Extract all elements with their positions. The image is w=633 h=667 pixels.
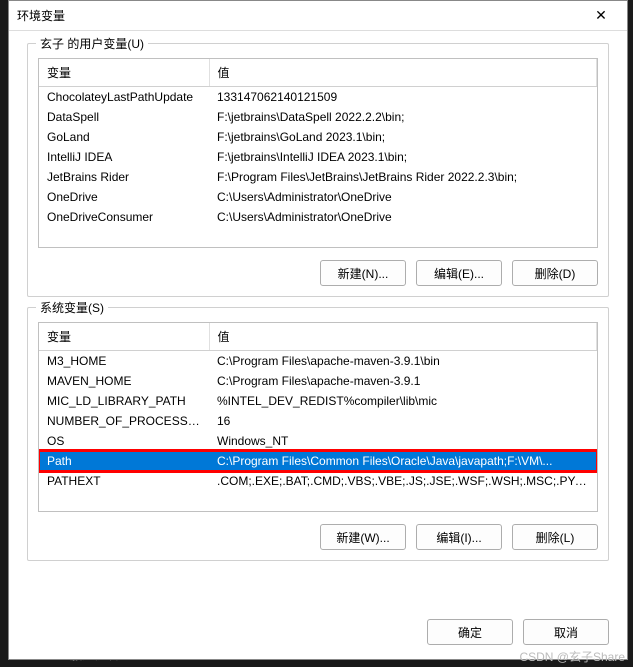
system-new-button[interactable]: 新建(W)... xyxy=(320,524,406,550)
user-vars-table-wrap[interactable]: 变量 值 ChocolateyLastPathUpdate13314706214… xyxy=(38,58,598,248)
dialog-title: 环境变量 xyxy=(17,7,583,24)
col-header-value[interactable]: 值 xyxy=(209,59,597,87)
table-row[interactable]: OneDriveC:\Users\Administrator\OneDrive xyxy=(39,187,597,207)
table-row[interactable]: ChocolateyLastPathUpdate1331470621401215… xyxy=(39,87,597,108)
ok-button[interactable]: 确定 xyxy=(427,619,513,645)
dialog-content: 玄子 的用户变量(U) 变量 值 ChocolateyLastPathUpdat… xyxy=(9,31,627,607)
var-name-cell: MIC_LD_LIBRARY_PATH xyxy=(39,391,209,411)
table-row[interactable]: IntelliJ IDEAF:\jetbrains\IntelliJ IDEA … xyxy=(39,147,597,167)
table-row[interactable]: OneDriveConsumerC:\Users\Administrator\O… xyxy=(39,207,597,227)
var-name-cell: JetBrains Rider xyxy=(39,167,209,187)
system-edit-button[interactable]: 编辑(I)... xyxy=(416,524,502,550)
var-name-cell: OneDrive xyxy=(39,187,209,207)
titlebar: 环境变量 ✕ xyxy=(9,1,627,31)
var-value-cell: C:\Users\Administrator\OneDrive xyxy=(209,187,597,207)
dialog-footer: 确定 取消 xyxy=(9,607,627,659)
var-value-cell: .COM;.EXE;.BAT;.CMD;.VBS;.VBE;.JS;.JSE;.… xyxy=(209,471,597,491)
table-row[interactable]: PATHEXT.COM;.EXE;.BAT;.CMD;.VBS;.VBE;.JS… xyxy=(39,471,597,491)
table-row[interactable]: OSWindows_NT xyxy=(39,431,597,451)
var-value-cell: %INTEL_DEV_REDIST%compiler\lib\mic xyxy=(209,391,597,411)
var-value-cell: F:\Program Files\JetBrains\JetBrains Rid… xyxy=(209,167,597,187)
var-name-cell: ChocolateyLastPathUpdate xyxy=(39,87,209,108)
var-name-cell: GoLand xyxy=(39,127,209,147)
user-edit-button[interactable]: 编辑(E)... xyxy=(416,260,502,286)
var-value-cell: C:\Program Files\apache-maven-3.9.1\bin xyxy=(209,351,597,372)
var-value-cell: F:\jetbrains\IntelliJ IDEA 2023.1\bin; xyxy=(209,147,597,167)
table-row[interactable]: GoLandF:\jetbrains\GoLand 2023.1\bin; xyxy=(39,127,597,147)
cancel-button[interactable]: 取消 xyxy=(523,619,609,645)
var-name-cell: DataSpell xyxy=(39,107,209,127)
table-row[interactable]: NUMBER_OF_PROCESSORS16 xyxy=(39,411,597,431)
var-name-cell: NUMBER_OF_PROCESSORS xyxy=(39,411,209,431)
table-row[interactable]: JetBrains RiderF:\Program Files\JetBrain… xyxy=(39,167,597,187)
table-row[interactable]: MAVEN_HOMEC:\Program Files\apache-maven-… xyxy=(39,371,597,391)
user-new-button[interactable]: 新建(N)... xyxy=(320,260,406,286)
table-row[interactable]: PathC:\Program Files\Common Files\Oracle… xyxy=(39,451,597,471)
system-vars-table: 变量 值 M3_HOMEC:\Program Files\apache-mave… xyxy=(39,323,597,491)
var-value-cell: Windows_NT xyxy=(209,431,597,451)
var-name-cell: Path xyxy=(39,451,209,471)
system-vars-table-wrap[interactable]: 变量 值 M3_HOMEC:\Program Files\apache-mave… xyxy=(38,322,598,512)
var-name-cell: M3_HOME xyxy=(39,351,209,372)
var-name-cell: IntelliJ IDEA xyxy=(39,147,209,167)
var-name-cell: OneDriveConsumer xyxy=(39,207,209,227)
var-value-cell: C:\Program Files\Common Files\Oracle\Jav… xyxy=(209,451,597,471)
var-name-cell: MAVEN_HOME xyxy=(39,371,209,391)
var-name-cell: PATHEXT xyxy=(39,471,209,491)
close-button[interactable]: ✕ xyxy=(583,2,619,30)
user-vars-label: 玄子 的用户变量(U) xyxy=(36,35,148,52)
system-vars-group: 系统变量(S) 变量 值 M3_HOMEC:\Program Files\apa… xyxy=(27,307,609,561)
user-vars-buttons: 新建(N)... 编辑(E)... 删除(D) xyxy=(38,260,598,286)
user-vars-group: 玄子 的用户变量(U) 变量 值 ChocolateyLastPathUpdat… xyxy=(27,43,609,297)
user-delete-button[interactable]: 删除(D) xyxy=(512,260,598,286)
col-header-name[interactable]: 变量 xyxy=(39,59,209,87)
env-vars-dialog: 环境变量 ✕ 玄子 的用户变量(U) 变量 值 ChocolateyLastPa… xyxy=(8,0,628,660)
system-vars-buttons: 新建(W)... 编辑(I)... 删除(L) xyxy=(38,524,598,550)
user-vars-table: 变量 值 ChocolateyLastPathUpdate13314706214… xyxy=(39,59,597,227)
table-row[interactable]: M3_HOMEC:\Program Files\apache-maven-3.9… xyxy=(39,351,597,372)
table-row[interactable]: MIC_LD_LIBRARY_PATH%INTEL_DEV_REDIST%com… xyxy=(39,391,597,411)
var-value-cell: 16 xyxy=(209,411,597,431)
var-value-cell: F:\jetbrains\GoLand 2023.1\bin; xyxy=(209,127,597,147)
close-icon: ✕ xyxy=(595,7,607,24)
table-row[interactable]: DataSpellF:\jetbrains\DataSpell 2022.2.2… xyxy=(39,107,597,127)
col-header-value[interactable]: 值 xyxy=(209,323,597,351)
system-vars-label: 系统变量(S) xyxy=(36,299,108,316)
var-value-cell: C:\Program Files\apache-maven-3.9.1 xyxy=(209,371,597,391)
var-value-cell: C:\Users\Administrator\OneDrive xyxy=(209,207,597,227)
col-header-name[interactable]: 变量 xyxy=(39,323,209,351)
var-value-cell: 133147062140121509 xyxy=(209,87,597,108)
var-name-cell: OS xyxy=(39,431,209,451)
var-value-cell: F:\jetbrains\DataSpell 2022.2.2\bin; xyxy=(209,107,597,127)
system-delete-button[interactable]: 删除(L) xyxy=(512,524,598,550)
